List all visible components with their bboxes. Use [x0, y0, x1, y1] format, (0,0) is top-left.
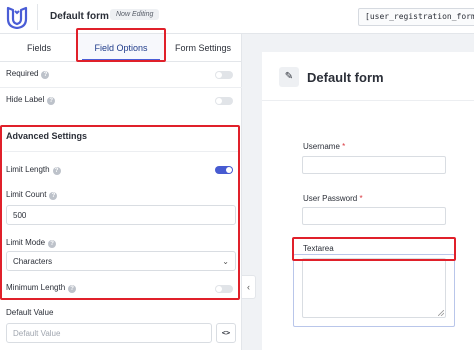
help-icon: ? [47, 97, 56, 105]
default-value-label: Default Value [6, 308, 54, 317]
textarea-input[interactable] [302, 258, 446, 318]
app-logo-icon [6, 5, 28, 30]
collapse-panel-button[interactable]: ‹ [242, 275, 256, 299]
hide-label-row: Hide Label? [6, 95, 56, 105]
required-mark: * [342, 142, 346, 151]
hide-label-label: Hide Label [6, 95, 45, 104]
highlight-textarea-label [292, 237, 456, 261]
form-title: Default form [50, 11, 109, 22]
divider [262, 100, 474, 101]
field-label-text: Username [303, 142, 340, 151]
tab-form-settings[interactable]: Form Settings [164, 34, 242, 62]
canvas-form-title: Default form [307, 70, 384, 85]
password-field-label: User Password * [303, 194, 363, 203]
username-input[interactable] [302, 156, 446, 174]
password-input[interactable] [302, 207, 446, 225]
chevron-left-icon: ‹ [247, 282, 250, 292]
tab-fields[interactable]: Fields [0, 34, 78, 62]
username-field-label: Username * [303, 142, 345, 151]
smart-tags-button[interactable]: <> [216, 323, 236, 343]
required-toggle[interactable] [215, 71, 233, 79]
highlight-advanced-settings [0, 125, 240, 300]
now-editing-badge: Now Editing [110, 9, 160, 20]
field-label-text: User Password [303, 194, 358, 203]
hide-label-toggle[interactable] [215, 97, 233, 105]
highlight-field-options-tab [76, 28, 166, 62]
required-mark: * [359, 194, 363, 203]
required-label: Required [6, 69, 39, 78]
top-bar: Default form Now Editing [user_registrat… [0, 0, 474, 34]
resize-handle-icon[interactable] [438, 310, 444, 316]
required-row: Required? [6, 69, 50, 79]
default-value-input[interactable]: Default Value [6, 323, 212, 343]
header-divider [37, 4, 38, 30]
shortcode-field[interactable]: [user_registration_form id="45"] [358, 8, 474, 26]
help-icon: ? [41, 71, 50, 79]
divider [0, 87, 242, 88]
pencil-icon[interactable]: ✎ [279, 67, 299, 87]
default-value-placeholder: Default Value [13, 329, 61, 338]
